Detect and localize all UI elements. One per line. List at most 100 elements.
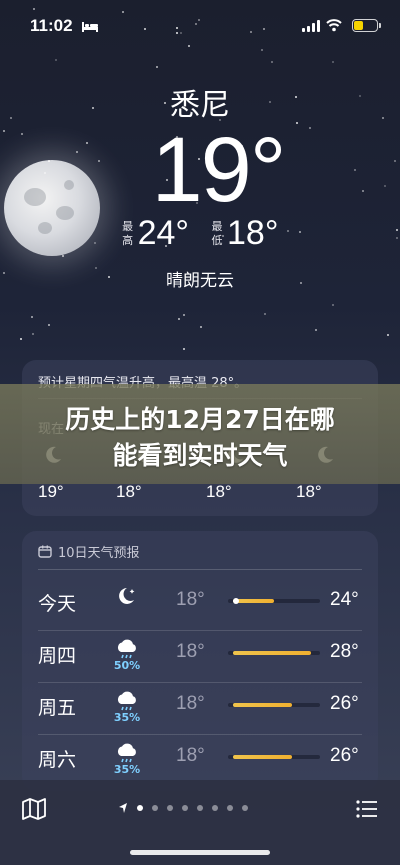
star xyxy=(362,190,365,193)
page-indicator[interactable] xyxy=(118,802,248,814)
star xyxy=(332,60,335,63)
star xyxy=(314,329,317,332)
precipitation-chance: 35% xyxy=(113,763,141,776)
star xyxy=(261,48,264,51)
hourly-temperature: 18° xyxy=(116,482,142,501)
low-temperature: 18° xyxy=(227,214,279,252)
forecast-high: 26° xyxy=(330,693,359,714)
banner-line-1: 历史上的12月27日在哪 xyxy=(65,405,335,434)
location-arrow-icon xyxy=(119,803,127,813)
star xyxy=(31,316,34,319)
page-dot[interactable] xyxy=(152,805,158,811)
divider xyxy=(38,569,362,570)
moon-icon xyxy=(119,588,135,604)
temperature-range-fill xyxy=(232,755,293,759)
forecast-day: 周四 xyxy=(38,645,77,667)
cellular-signal-icon xyxy=(302,20,320,32)
rain-cloud-icon xyxy=(117,743,136,763)
star xyxy=(353,169,356,172)
bottom-toolbar xyxy=(0,780,400,865)
star xyxy=(43,172,46,175)
star xyxy=(48,323,51,326)
temperature-range-bar xyxy=(228,651,320,655)
star xyxy=(177,317,180,320)
forecast-day: 今天 xyxy=(38,593,77,615)
page-dot[interactable] xyxy=(242,805,248,811)
forecast-low: 18° xyxy=(176,745,205,766)
page-dot[interactable] xyxy=(197,805,203,811)
hourly-temperature: 18° xyxy=(206,482,232,501)
star xyxy=(183,348,186,351)
temperature-range-bar xyxy=(228,703,320,707)
star xyxy=(309,126,312,129)
high-temperature: 24° xyxy=(137,214,189,252)
forecast-low: 18° xyxy=(176,693,205,714)
map-icon[interactable] xyxy=(22,798,46,820)
forecast-high: 28° xyxy=(330,641,359,662)
ten-day-forecast-card[interactable]: 10日天气预报 今天 18° 24° 周四 50% 18° 28° 周五 35%… xyxy=(22,531,378,791)
forecast-day: 周五 xyxy=(38,697,77,719)
page-dot[interactable] xyxy=(137,805,143,811)
star xyxy=(20,132,23,135)
hourly-temperature: 18° xyxy=(296,482,322,501)
temperature-range-fill xyxy=(232,651,311,655)
rain-cloud-icon xyxy=(117,691,136,711)
forecast-row[interactable]: 今天 18° 24° xyxy=(22,579,378,631)
star xyxy=(97,159,100,162)
low-label: 最低 xyxy=(211,219,223,247)
page-dot[interactable] xyxy=(182,805,188,811)
star xyxy=(199,326,202,329)
forecast-low: 18° xyxy=(176,589,205,610)
status-bar: 11:02 xyxy=(0,14,400,42)
star xyxy=(32,7,35,10)
star xyxy=(264,313,267,316)
temperature-range-fill xyxy=(232,703,293,707)
wifi-icon xyxy=(326,19,342,32)
forecast-row[interactable]: 周五 35% 18° 26° xyxy=(22,683,378,735)
article-title-banner: 历史上的12月27日在哪 能看到实时天气 xyxy=(0,384,400,484)
forecast-header: 10日天气预报 xyxy=(38,542,140,561)
star xyxy=(155,66,158,69)
star xyxy=(75,150,78,153)
page-dot[interactable] xyxy=(227,805,233,811)
star xyxy=(383,185,386,188)
battery-icon xyxy=(352,19,381,32)
star xyxy=(187,45,190,48)
star xyxy=(270,60,273,63)
hourly-temperature: 19° xyxy=(38,482,64,501)
star xyxy=(2,129,5,132)
precipitation-chance: 50% xyxy=(113,659,141,672)
sleep-mode-icon xyxy=(82,22,98,32)
temperature-range-bar xyxy=(228,755,320,759)
temperature-range-bar xyxy=(228,598,320,604)
precipitation-chance: 35% xyxy=(113,711,141,724)
forecast-high: 26° xyxy=(330,745,359,766)
current-temp-dot xyxy=(232,598,239,604)
forecast-low: 18° xyxy=(176,641,205,662)
forecast-day: 周六 xyxy=(38,749,77,771)
temperature-range-fill xyxy=(232,599,274,603)
star xyxy=(332,303,335,306)
calendar-icon xyxy=(38,545,52,558)
banner-line-2: 能看到实时天气 xyxy=(112,441,288,470)
home-indicator[interactable] xyxy=(130,850,270,855)
forecast-high: 24° xyxy=(330,589,359,610)
star xyxy=(182,314,185,317)
star xyxy=(394,160,397,163)
weather-condition: 晴朗无云 xyxy=(166,271,234,291)
list-icon[interactable] xyxy=(356,800,378,818)
star xyxy=(121,10,124,13)
high-low-temperatures: 最高 24° 最低 18° xyxy=(0,214,400,253)
star xyxy=(54,59,57,62)
star xyxy=(86,141,89,144)
forecast-row[interactable]: 周四 50% 18° 28° xyxy=(22,631,378,683)
status-time: 11:02 xyxy=(30,16,73,35)
current-temperature: 19° xyxy=(151,119,286,221)
page-dot[interactable] xyxy=(212,805,218,811)
high-label: 最高 xyxy=(122,219,134,247)
star xyxy=(20,338,23,341)
star xyxy=(387,333,390,336)
rain-cloud-icon xyxy=(117,639,136,659)
page-dot[interactable] xyxy=(167,805,173,811)
star xyxy=(31,333,34,336)
